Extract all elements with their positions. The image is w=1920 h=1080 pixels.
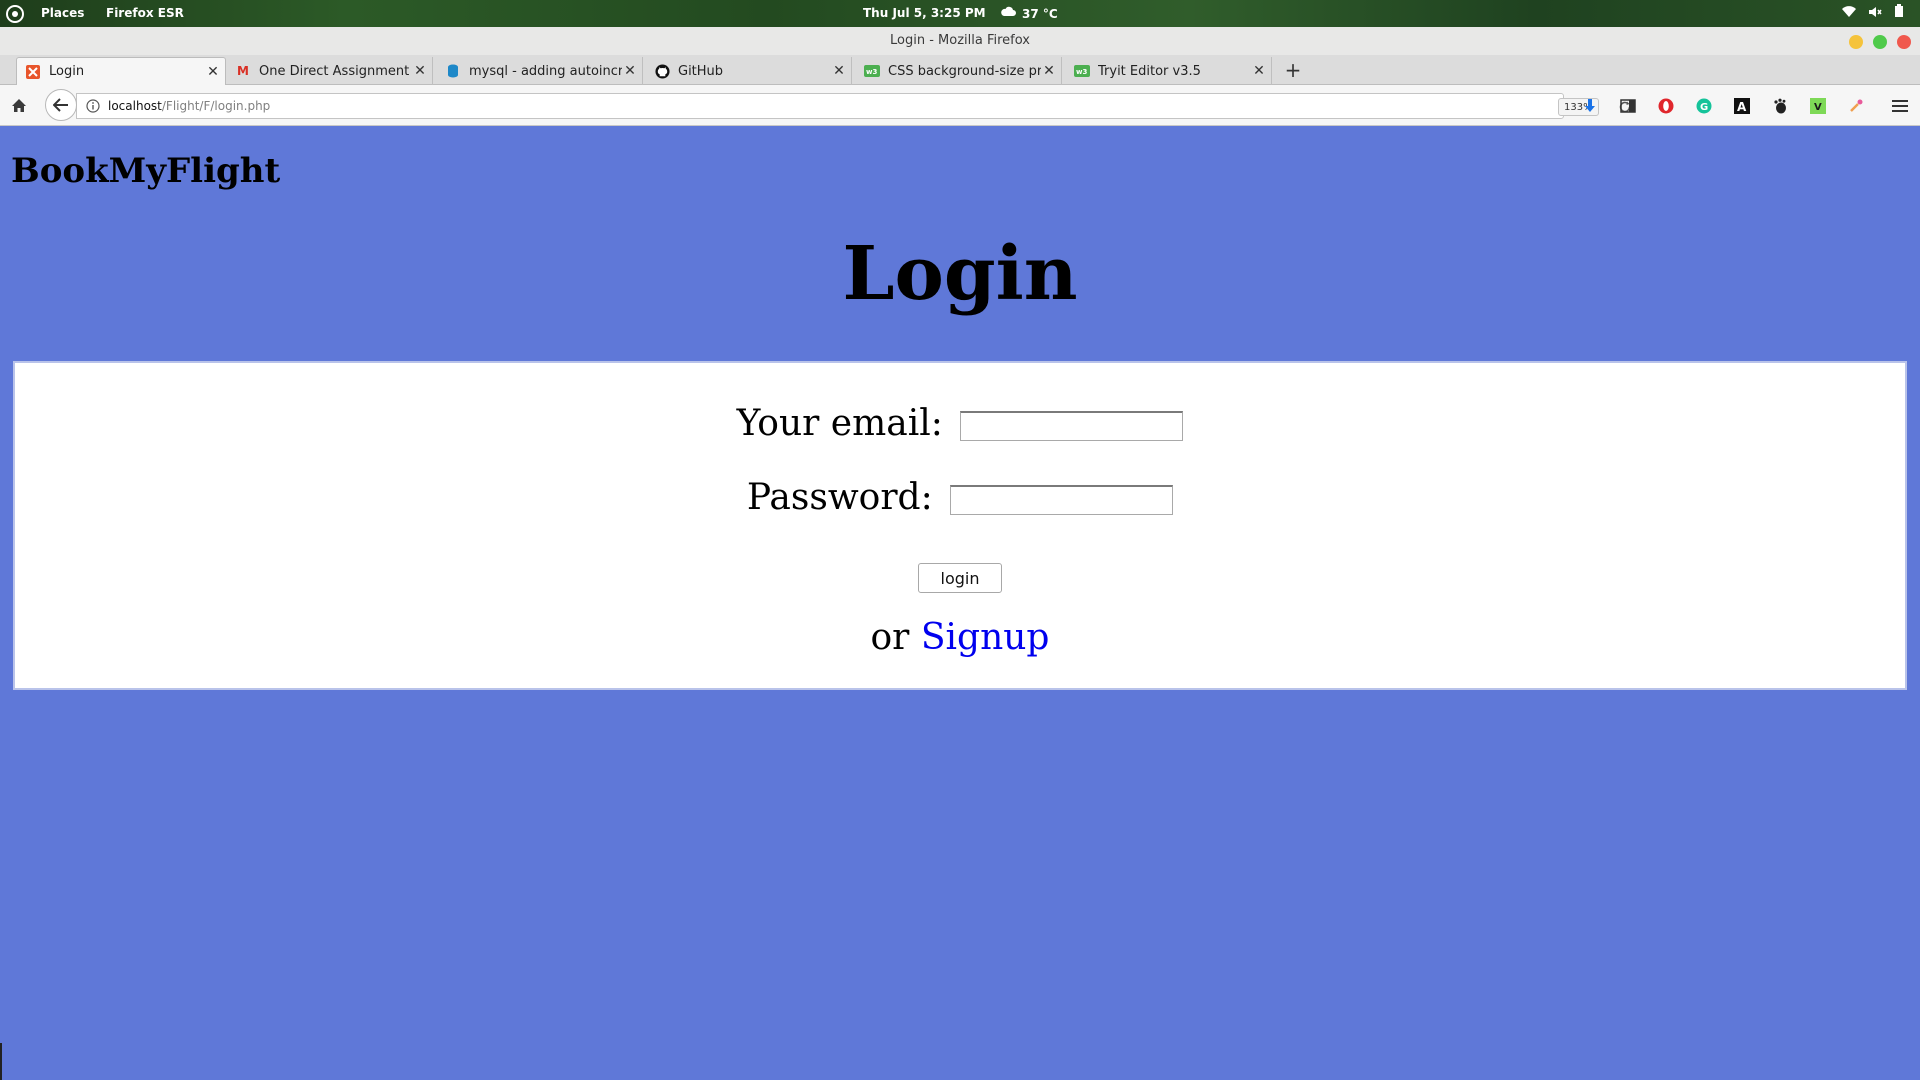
weather-indicator[interactable]: 37 °C [1000, 0, 1058, 27]
home-icon [12, 99, 26, 112]
gnome-extension-icon[interactable] [1769, 95, 1791, 117]
svg-text:V: V [1814, 102, 1822, 113]
url-path: /Flight/F/login.php [161, 99, 271, 113]
xampp-icon [25, 64, 41, 80]
tab-gmail[interactable]: M One Direct Assignment t... ✕ [227, 57, 433, 85]
battery-icon[interactable] [1894, 1, 1904, 27]
login-form-panel: Your email: Password: login or Signup [13, 361, 1907, 690]
app-menu[interactable]: Firefox ESR [106, 0, 184, 27]
tab-github[interactable]: GitHub ✕ [646, 57, 852, 85]
home-button[interactable] [6, 85, 32, 126]
svg-text:w3: w3 [866, 68, 877, 76]
sidebar-icon[interactable] [1617, 95, 1639, 117]
temperature-label: 37 °C [1022, 6, 1058, 21]
gmail-icon: M [237, 64, 249, 78]
email-label: Your email: [736, 403, 943, 444]
tab-css-background[interactable]: w3 CSS background-size pro... ✕ [856, 57, 1062, 85]
window-title-bar: Login - Mozilla Firefox [0, 27, 1920, 55]
password-field[interactable] [950, 485, 1174, 515]
tab-label: GitHub [678, 63, 724, 79]
minimize-button[interactable] [1849, 35, 1863, 49]
tab-close-icon[interactable]: ✕ [412, 63, 428, 79]
back-button[interactable] [45, 89, 77, 121]
back-arrow-icon [53, 98, 68, 112]
font-extension-icon[interactable]: A [1731, 95, 1753, 117]
clock[interactable]: Thu Jul 5, 3:25 PM [863, 0, 986, 27]
opera-extension-icon[interactable] [1655, 95, 1677, 117]
download-icon[interactable] [1579, 95, 1601, 117]
info-icon[interactable] [82, 99, 104, 113]
or-text: or [870, 617, 910, 658]
tab-label: CSS background-size pro... [888, 63, 1041, 79]
login-button[interactable]: login [918, 563, 1002, 593]
close-window-button[interactable] [1897, 35, 1911, 49]
vpn-extension-icon[interactable]: V [1807, 95, 1829, 117]
page-title: Login [842, 231, 1078, 317]
signup-link[interactable]: Signup [921, 617, 1050, 658]
page-content: BookMyFlight Login Your email: Password:… [0, 127, 1920, 1080]
system-top-bar: Places Firefox ESR Thu Jul 5, 3:25 PM 37… [0, 0, 1920, 27]
color-picker-icon[interactable] [1845, 95, 1867, 117]
w3schools-icon: w3 [1074, 63, 1090, 79]
tab-login[interactable]: Login ✕ [16, 57, 226, 85]
github-icon [654, 63, 670, 79]
tab-label: One Direct Assignment t... [259, 63, 412, 79]
svg-text:A: A [1737, 100, 1747, 114]
w3schools-icon: w3 [864, 63, 880, 79]
tab-close-icon[interactable]: ✕ [1251, 63, 1267, 79]
signup-row: or Signup [15, 617, 1905, 658]
tab-close-icon[interactable]: ✕ [205, 64, 221, 80]
wifi-icon[interactable] [1842, 1, 1856, 27]
url-bar[interactable]: localhost/Flight/F/login.php 133% [76, 93, 1631, 119]
email-field[interactable] [960, 411, 1184, 441]
tab-close-icon[interactable]: ✕ [1041, 63, 1057, 79]
database-icon [445, 63, 461, 79]
maximize-button[interactable] [1873, 35, 1887, 49]
tab-mysql[interactable]: mysql - adding autoincre... ✕ [437, 57, 643, 85]
url-host: localhost [108, 99, 162, 113]
text-cursor-mark [0, 1043, 2, 1080]
places-menu[interactable]: Places [41, 0, 84, 27]
tab-label: Login [49, 64, 85, 79]
window-title: Login - Mozilla Firefox [890, 33, 1030, 48]
tab-strip: Login ✕ M One Direct Assignment t... ✕ m… [0, 55, 1920, 85]
volume-muted-icon[interactable] [1868, 1, 1882, 27]
svg-text:G: G [1700, 102, 1708, 113]
site-brand[interactable]: BookMyFlight [11, 151, 280, 191]
tab-close-icon[interactable]: ✕ [831, 63, 847, 79]
weather-cloud-icon [1000, 1, 1016, 27]
activities-logo-icon[interactable] [6, 0, 26, 27]
email-row: Your email: [15, 403, 1905, 444]
grammarly-icon[interactable]: G [1693, 95, 1715, 117]
tab-label: Tryit Editor v3.5 [1098, 63, 1201, 79]
navigation-toolbar: localhost/Flight/F/login.php 133% G A V [0, 85, 1920, 126]
new-tab-button[interactable]: + [1282, 59, 1304, 81]
tab-label: mysql - adding autoincre... [469, 63, 622, 79]
tab-close-icon[interactable]: ✕ [622, 63, 638, 79]
tab-tryit-editor[interactable]: w3 Tryit Editor v3.5 ✕ [1066, 57, 1272, 85]
svg-text:w3: w3 [1076, 68, 1087, 76]
system-tray[interactable] [1842, 0, 1904, 27]
password-row: Password: [15, 477, 1905, 518]
menu-hamburger-icon[interactable] [1889, 95, 1911, 117]
password-label: Password: [746, 477, 933, 518]
